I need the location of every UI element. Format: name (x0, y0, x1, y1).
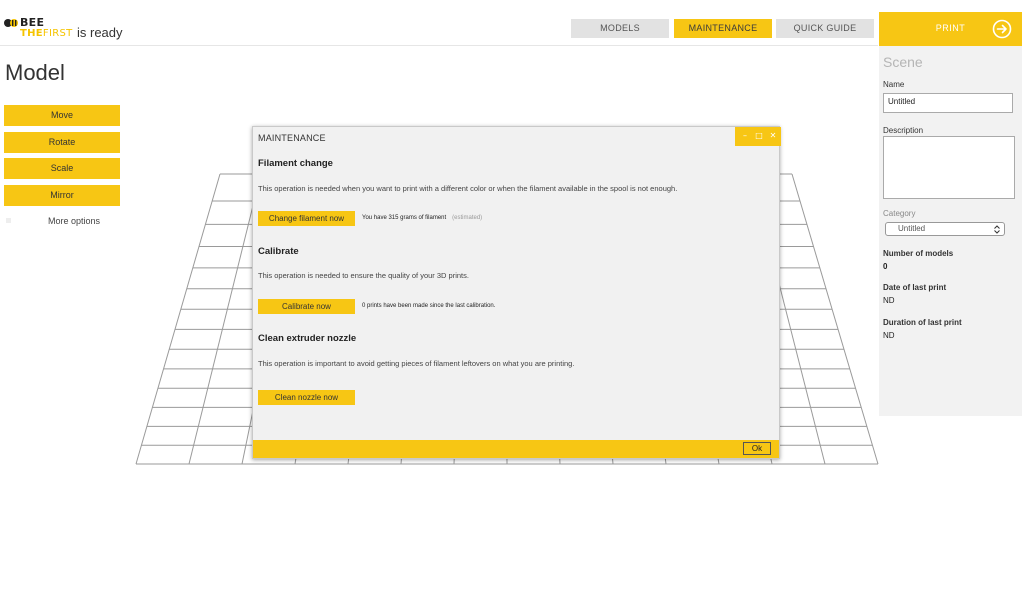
filament-change-description: This operation is needed when you want t… (258, 184, 678, 193)
bee-the-first-logo: BEE THEFIRST (4, 16, 72, 44)
category-label: Category (883, 209, 916, 218)
grid-line (188, 173, 262, 465)
move-button[interactable]: Move (4, 105, 120, 126)
nav-quick-guide-button[interactable]: QUICK GUIDE (776, 19, 874, 38)
calibrate-button[interactable]: Calibrate now (258, 299, 355, 314)
dialog-title: MAINTENANCE (258, 133, 326, 143)
filament-amount-note: You have 315 grams of filament (estimated… (362, 215, 483, 221)
ok-button[interactable]: Ok (743, 442, 771, 455)
duration-last-print-label: Duration of last print (883, 318, 962, 327)
scene-panel: Scene Name Untitled Description Category… (879, 46, 1022, 416)
date-last-print-label: Date of last print (883, 283, 947, 292)
scene-name-input[interactable]: Untitled (883, 93, 1013, 113)
window-controls: – □ ✕ (735, 127, 781, 146)
close-icon[interactable]: ✕ (768, 131, 778, 141)
select-arrows-icon (994, 225, 1000, 234)
logo-text-thefirst: THEFIRST (20, 28, 73, 39)
dialog-footer: Ok (253, 440, 779, 458)
calibrate-description: This operation is needed to ensure the q… (258, 271, 469, 280)
filament-change-heading: Filament change (258, 158, 333, 169)
nav-models-button[interactable]: MODELS (571, 19, 669, 38)
top-bar-divider (0, 45, 878, 46)
nav-maintenance-button[interactable]: MAINTENANCE (674, 19, 772, 38)
maintenance-dialog: MAINTENANCE – □ ✕ Filament change This o… (252, 126, 781, 459)
minimize-icon[interactable]: – (740, 131, 750, 141)
more-options-label: More options (47, 216, 101, 226)
bee-icon (4, 19, 18, 27)
scene-description-textarea[interactable] (883, 136, 1015, 199)
model-panel-title: Model (5, 60, 65, 85)
arrow-right-circle-icon (992, 19, 1012, 39)
number-of-models-label: Number of models (883, 249, 954, 258)
change-filament-button[interactable]: Change filament now (258, 211, 355, 226)
clean-nozzle-button[interactable]: Clean nozzle now (258, 390, 355, 405)
rotate-button[interactable]: Rotate (4, 132, 120, 153)
mirror-button[interactable]: Mirror (4, 185, 120, 206)
maximize-icon[interactable]: □ (754, 131, 764, 141)
clean-nozzle-description: This operation is important to avoid get… (258, 359, 575, 368)
date-last-print-value: ND (883, 296, 895, 305)
category-select[interactable]: Untitled (885, 222, 1005, 236)
category-select-value: Untitled (898, 224, 926, 233)
scene-title: Scene (883, 54, 923, 70)
duration-last-print-value: ND (883, 331, 895, 340)
calibration-count-note: 0 prints have been made since the last c… (362, 303, 496, 309)
printer-status: is ready (77, 25, 123, 40)
clean-nozzle-heading: Clean extruder nozzle (258, 333, 357, 344)
grid-line (135, 173, 221, 465)
more-options-toggle[interactable]: More options (4, 216, 120, 228)
description-label: Description (883, 126, 924, 135)
number-of-models-value: 0 (883, 262, 888, 271)
grid-line (791, 173, 879, 465)
scale-button[interactable]: Scale (4, 158, 120, 179)
print-button[interactable]: PRINT (879, 12, 1022, 46)
name-label: Name (883, 80, 905, 89)
calibrate-heading: Calibrate (258, 246, 299, 257)
